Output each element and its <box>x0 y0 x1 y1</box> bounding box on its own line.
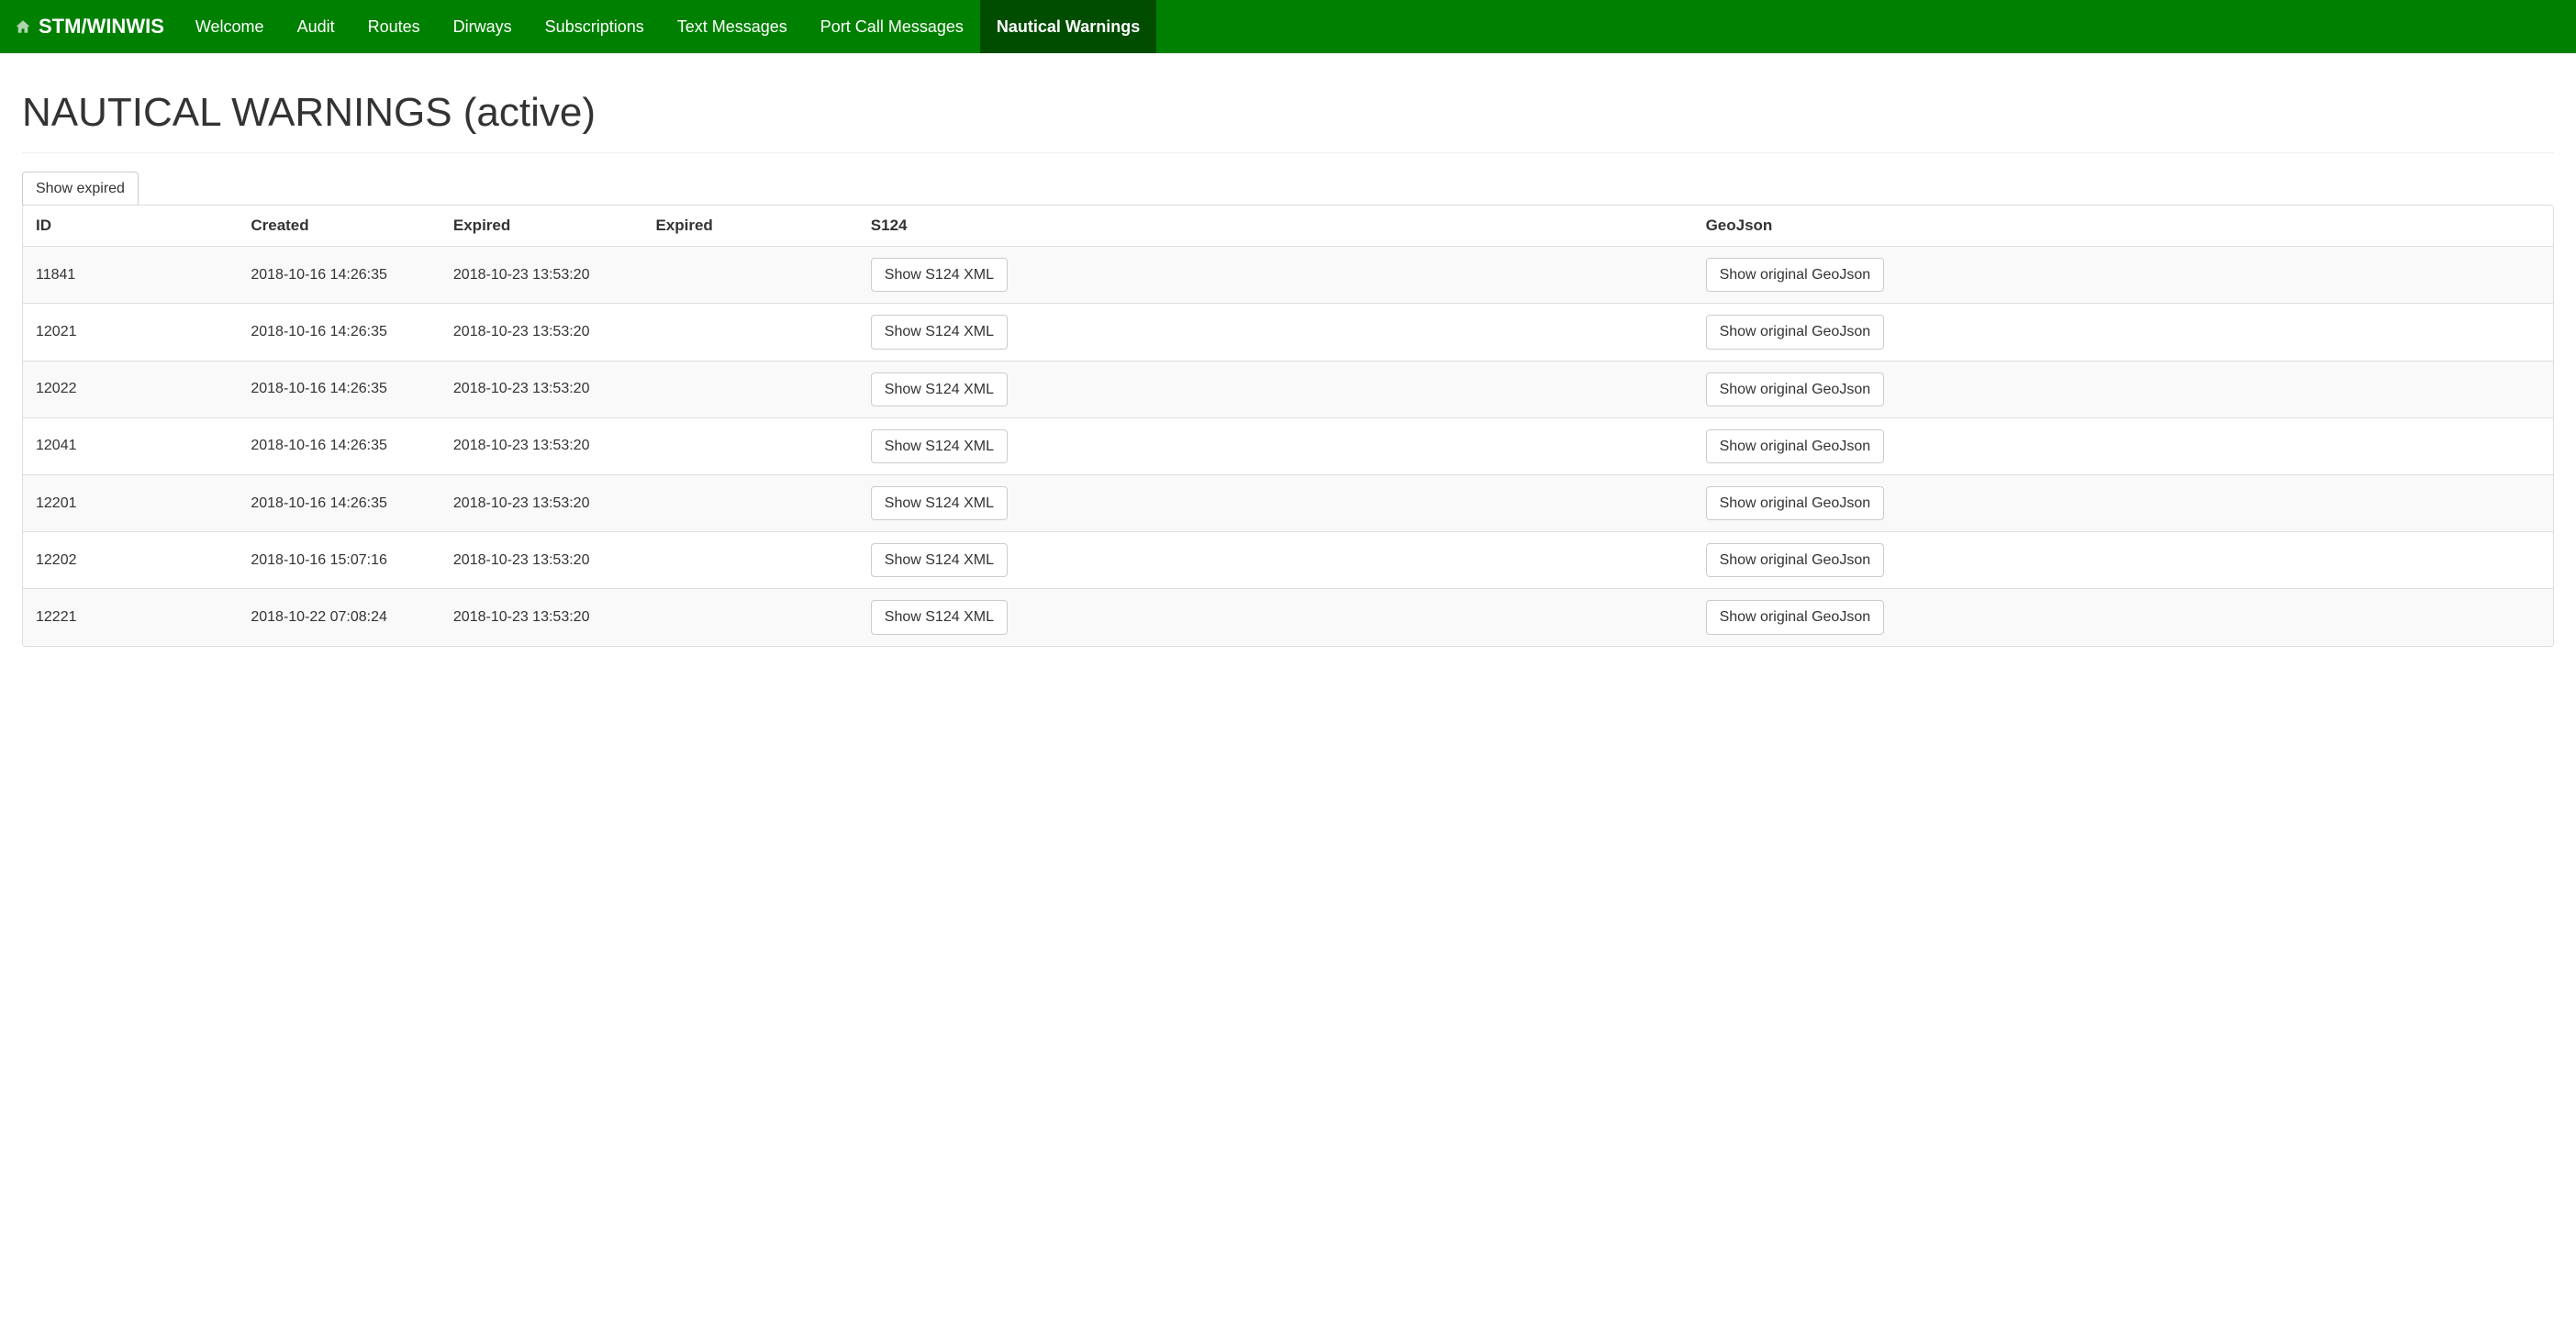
table-row: 120412018-10-16 14:26:352018-10-23 13:53… <box>23 417 2553 474</box>
show-geojson-button[interactable]: Show original GeoJson <box>1706 372 1885 406</box>
show-geojson-button[interactable]: Show original GeoJson <box>1706 543 1885 577</box>
brand-link[interactable]: STM/WINWIS <box>15 15 164 39</box>
nav-item-text-messages[interactable]: Text Messages <box>661 0 804 53</box>
cell-expired-2 <box>642 247 857 304</box>
warnings-table: ID Created Expired Expired S124 GeoJson … <box>23 206 2553 645</box>
cell-created: 2018-10-16 15:07:16 <box>238 532 440 589</box>
cell-s124: Show S124 XML <box>858 474 1693 531</box>
brand-text: STM/WINWIS <box>39 15 164 39</box>
table-row: 122012018-10-16 14:26:352018-10-23 13:53… <box>23 474 2553 531</box>
col-header-expired2: Expired <box>642 206 857 247</box>
cell-s124: Show S124 XML <box>858 417 1693 474</box>
cell-geojson: Show original GeoJson <box>1693 474 2553 531</box>
show-geojson-button[interactable]: Show original GeoJson <box>1706 429 1885 463</box>
cell-geojson: Show original GeoJson <box>1693 589 2553 646</box>
cell-expired: 2018-10-23 13:53:20 <box>440 361 643 417</box>
show-s124-button[interactable]: Show S124 XML <box>871 543 1008 577</box>
col-header-created: Created <box>238 206 440 247</box>
cell-id: 12022 <box>23 361 238 417</box>
cell-expired: 2018-10-23 13:53:20 <box>440 532 643 589</box>
col-header-geojson: GeoJson <box>1693 206 2553 247</box>
table-row: 118412018-10-16 14:26:352018-10-23 13:53… <box>23 247 2553 304</box>
show-geojson-button[interactable]: Show original GeoJson <box>1706 258 1885 292</box>
show-s124-button[interactable]: Show S124 XML <box>871 372 1008 406</box>
cell-id: 12201 <box>23 474 238 531</box>
show-s124-button[interactable]: Show S124 XML <box>871 429 1008 463</box>
cell-expired: 2018-10-23 13:53:20 <box>440 474 643 531</box>
show-s124-button[interactable]: Show S124 XML <box>871 600 1008 634</box>
main-container: NAUTICAL WARNINGS (active) Show expired … <box>0 53 2576 662</box>
cell-s124: Show S124 XML <box>858 361 1693 417</box>
cell-expired-2 <box>642 532 857 589</box>
table-body: 118412018-10-16 14:26:352018-10-23 13:53… <box>23 247 2553 646</box>
cell-created: 2018-10-16 14:26:35 <box>238 474 440 531</box>
cell-created: 2018-10-16 14:26:35 <box>238 361 440 417</box>
cell-s124: Show S124 XML <box>858 247 1693 304</box>
nav-item-dirways[interactable]: Dirways <box>437 0 529 53</box>
cell-created: 2018-10-16 14:26:35 <box>238 417 440 474</box>
toggle-area: Show expired <box>22 172 2554 206</box>
cell-expired-2 <box>642 474 857 531</box>
cell-geojson: Show original GeoJson <box>1693 247 2553 304</box>
cell-expired: 2018-10-23 13:53:20 <box>440 417 643 474</box>
show-expired-button[interactable]: Show expired <box>22 172 139 206</box>
show-s124-button[interactable]: Show S124 XML <box>871 258 1008 292</box>
cell-id: 12221 <box>23 589 238 646</box>
show-geojson-button[interactable]: Show original GeoJson <box>1706 486 1885 520</box>
show-s124-button[interactable]: Show S124 XML <box>871 315 1008 349</box>
show-geojson-button[interactable]: Show original GeoJson <box>1706 600 1885 634</box>
table-panel: ID Created Expired Expired S124 GeoJson … <box>22 205 2554 646</box>
col-header-expired1: Expired <box>440 206 643 247</box>
cell-id: 12021 <box>23 304 238 361</box>
table-row: 122022018-10-16 15:07:162018-10-23 13:53… <box>23 532 2553 589</box>
cell-expired: 2018-10-23 13:53:20 <box>440 247 643 304</box>
cell-geojson: Show original GeoJson <box>1693 417 2553 474</box>
cell-expired-2 <box>642 417 857 474</box>
cell-id: 11841 <box>23 247 238 304</box>
show-geojson-button[interactable]: Show original GeoJson <box>1706 315 1885 349</box>
nav-item-port-call-messages[interactable]: Port Call Messages <box>804 0 980 53</box>
divider <box>22 152 2554 153</box>
cell-expired: 2018-10-23 13:53:20 <box>440 589 643 646</box>
table-row: 122212018-10-22 07:08:242018-10-23 13:53… <box>23 589 2553 646</box>
nav-item-audit[interactable]: Audit <box>281 0 351 53</box>
nav-item-subscriptions[interactable]: Subscriptions <box>529 0 661 53</box>
nav-item-welcome[interactable]: Welcome <box>179 0 281 53</box>
cell-geojson: Show original GeoJson <box>1693 361 2553 417</box>
nav-item-nautical-warnings[interactable]: Nautical Warnings <box>980 0 1156 53</box>
table-row: 120212018-10-16 14:26:352018-10-23 13:53… <box>23 304 2553 361</box>
page-title: NAUTICAL WARNINGS (active) <box>22 90 2554 136</box>
cell-expired-2 <box>642 361 857 417</box>
cell-geojson: Show original GeoJson <box>1693 532 2553 589</box>
home-icon <box>15 18 31 35</box>
cell-id: 12041 <box>23 417 238 474</box>
cell-id: 12202 <box>23 532 238 589</box>
cell-expired-2 <box>642 304 857 361</box>
cell-expired-2 <box>642 589 857 646</box>
cell-s124: Show S124 XML <box>858 532 1693 589</box>
table-header-row: ID Created Expired Expired S124 GeoJson <box>23 206 2553 247</box>
nav-list: Welcome Audit Routes Dirways Subscriptio… <box>179 0 1156 53</box>
table-row: 120222018-10-16 14:26:352018-10-23 13:53… <box>23 361 2553 417</box>
cell-s124: Show S124 XML <box>858 589 1693 646</box>
show-s124-button[interactable]: Show S124 XML <box>871 486 1008 520</box>
cell-expired: 2018-10-23 13:53:20 <box>440 304 643 361</box>
cell-geojson: Show original GeoJson <box>1693 304 2553 361</box>
cell-s124: Show S124 XML <box>858 304 1693 361</box>
navbar: STM/WINWIS Welcome Audit Routes Dirways … <box>0 0 2576 53</box>
cell-created: 2018-10-22 07:08:24 <box>238 589 440 646</box>
cell-created: 2018-10-16 14:26:35 <box>238 247 440 304</box>
nav-item-routes[interactable]: Routes <box>351 0 437 53</box>
col-header-s124: S124 <box>858 206 1693 247</box>
cell-created: 2018-10-16 14:26:35 <box>238 304 440 361</box>
col-header-id: ID <box>23 206 238 247</box>
